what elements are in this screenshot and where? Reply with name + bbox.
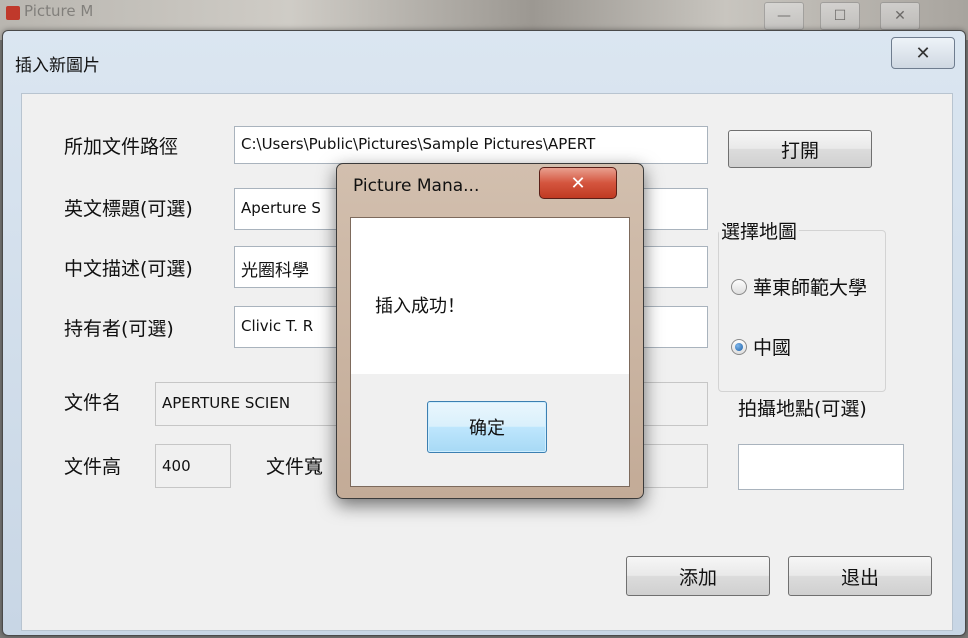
map-option-china-radio[interactable] [731, 339, 747, 355]
owner-label: 持有者(可選) [64, 318, 174, 340]
location-field[interactable] [738, 444, 904, 490]
map-group: 選擇地圖 華東師範大學 中國 [718, 217, 886, 392]
dialog-title: 插入新圖片 [15, 56, 100, 76]
message-box-client: 插入成功！ 确定 [350, 217, 630, 487]
add-button[interactable]: 添加 [626, 556, 770, 596]
background-window-title: Picture M [24, 2, 94, 20]
height-field: 400 [155, 444, 231, 488]
message-box-title: Picture Mana... [353, 176, 480, 196]
minimize-button[interactable]: — [764, 2, 804, 30]
message-box: Picture Mana... ✕ 插入成功！ 确定 [336, 163, 644, 499]
filename-label: 文件名 [64, 392, 122, 414]
width-label: 文件寬 [266, 456, 324, 478]
app-icon [6, 6, 20, 20]
path-label: 所加文件路徑 [64, 136, 179, 158]
height-label: 文件高 [64, 456, 122, 478]
cn-desc-label: 中文描述(可選) [64, 258, 193, 280]
exit-button[interactable]: 退出 [788, 556, 932, 596]
close-icon: ✕ [570, 172, 586, 194]
map-option-ecnu-radio[interactable] [731, 279, 747, 295]
message-box-close-button[interactable]: ✕ [539, 167, 617, 199]
window-close-button[interactable]: ✕ [880, 2, 920, 30]
map-group-title: 選擇地圖 [719, 217, 800, 244]
path-field[interactable]: C:\Users\Public\Pictures\Sample Pictures… [234, 126, 708, 164]
location-label: 拍攝地點(可選) [738, 398, 867, 420]
map-option-ecnu-label[interactable]: 華東師範大學 [753, 273, 867, 300]
message-area: 插入成功！ [351, 218, 629, 374]
map-option-china-label[interactable]: 中國 [753, 333, 791, 360]
dialog-close-button[interactable]: ✕ [891, 37, 955, 69]
maximize-button[interactable]: ☐ [820, 2, 860, 30]
close-icon: ✕ [915, 42, 931, 64]
open-button[interactable]: 打開 [728, 130, 872, 168]
message-text: 插入成功！ [375, 296, 465, 317]
ok-button[interactable]: 确定 [427, 401, 547, 453]
en-title-label: 英文標題(可選) [64, 198, 193, 220]
